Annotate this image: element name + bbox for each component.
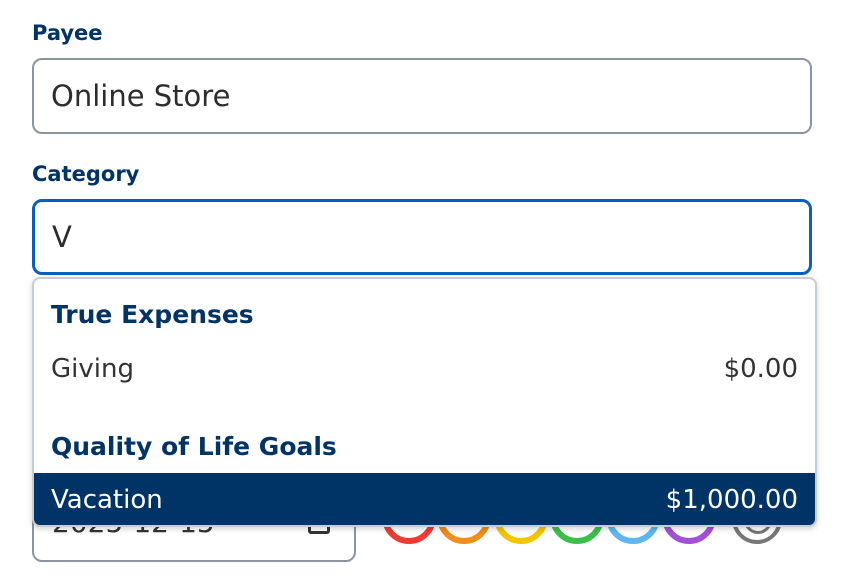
group-heading-true-expenses: True Expenses <box>51 300 254 329</box>
option-name: Vacation <box>51 485 163 515</box>
category-input[interactable]: V <box>32 199 812 275</box>
payee-label: Payee <box>32 21 103 45</box>
category-option-giving[interactable]: Giving $0.00 <box>34 342 815 396</box>
option-name: Giving <box>51 354 134 384</box>
category-label: Category <box>32 162 140 186</box>
payee-input[interactable]: Online Store <box>32 58 812 134</box>
category-option-vacation[interactable]: Vacation $1,000.00 <box>34 473 815 525</box>
category-dropdown: True Expenses Giving $0.00 Quality of Li… <box>32 277 817 527</box>
option-amount: $1,000.00 <box>665 485 798 515</box>
group-heading-quality-of-life-goals: Quality of Life Goals <box>51 432 337 461</box>
option-amount: $0.00 <box>723 354 798 384</box>
